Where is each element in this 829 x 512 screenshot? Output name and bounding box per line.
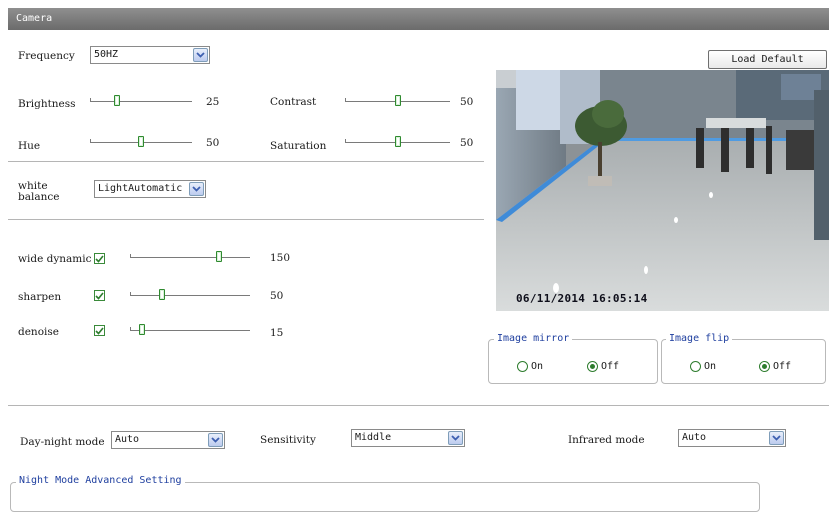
image-mirror-on-label[interactable]: On [531, 361, 543, 372]
divider [8, 161, 484, 162]
brightness-label: Brightness [18, 98, 76, 110]
sensitivity-value: Middle [355, 432, 392, 443]
contrast-value: 50 [460, 96, 474, 108]
checkmark-icon [95, 291, 104, 300]
wide-dynamic-checkbox[interactable] [94, 253, 105, 264]
frequency-value: 50HZ [94, 49, 119, 60]
radio-selected-dot [590, 364, 595, 369]
denoise-slider[interactable] [130, 324, 250, 336]
night-mode-group [10, 482, 760, 512]
frequency-select[interactable]: 50HZ [90, 46, 210, 64]
infrared-mode-value: Auto [682, 432, 707, 443]
sharpen-checkbox[interactable] [94, 290, 105, 301]
chevron-down-icon[interactable] [189, 182, 204, 196]
contrast-slider-thumb[interactable] [395, 95, 401, 106]
white-balance-select[interactable]: LightAutomatic [94, 180, 206, 198]
video-preview: 06/11/2014 16:05:14 [496, 70, 829, 311]
wide-dynamic-slider-thumb[interactable] [216, 251, 222, 262]
image-mirror-legend: Image mirror [494, 333, 573, 344]
white-balance-label: white balance [18, 180, 60, 203]
image-flip-on-label[interactable]: On [704, 361, 716, 372]
saturation-label: Saturation [270, 140, 327, 152]
chevron-down-icon[interactable] [769, 431, 784, 445]
day-night-mode-value: Auto [115, 434, 140, 445]
wide-dynamic-label: wide dynamic [18, 253, 92, 265]
brightness-slider-thumb[interactable] [114, 95, 120, 106]
chevron-down-icon[interactable] [208, 433, 223, 447]
divider [8, 405, 829, 406]
sharpen-slider[interactable] [130, 289, 250, 301]
window-title: Camera [16, 13, 53, 24]
wide-dynamic-value: 150 [270, 252, 291, 264]
chevron-down-icon[interactable] [448, 431, 463, 445]
image-mirror-off-label[interactable]: Off [601, 361, 619, 372]
divider [8, 219, 484, 220]
camera-image [496, 70, 829, 311]
contrast-label: Contrast [270, 96, 317, 108]
sharpen-value: 50 [270, 290, 284, 302]
image-flip-on-radio[interactable] [690, 361, 701, 372]
image-mirror-on-radio[interactable] [517, 361, 528, 372]
sharpen-label: sharpen [18, 291, 62, 303]
saturation-slider-thumb[interactable] [395, 136, 401, 147]
image-flip-off-radio[interactable] [759, 361, 770, 372]
hue-value: 50 [206, 137, 220, 149]
white-balance-value: LightAutomatic [98, 183, 183, 194]
wide-dynamic-slider[interactable] [130, 251, 250, 263]
day-night-mode-label: Day-night mode [20, 436, 105, 448]
sensitivity-select[interactable]: Middle [351, 429, 465, 447]
infrared-mode-select[interactable]: Auto [678, 429, 786, 447]
hue-slider-thumb[interactable] [138, 136, 144, 147]
sharpen-slider-thumb[interactable] [159, 289, 165, 300]
saturation-slider[interactable] [345, 136, 450, 148]
image-flip-off-label[interactable]: Off [773, 361, 791, 372]
hue-slider[interactable] [90, 136, 192, 148]
load-default-label: Load Default [731, 54, 804, 65]
checkmark-icon [95, 254, 104, 263]
brightness-slider[interactable] [90, 95, 192, 107]
image-mirror-off-radio[interactable] [587, 361, 598, 372]
denoise-slider-thumb[interactable] [139, 324, 145, 335]
night-mode-legend: Night Mode Advanced Setting [16, 475, 185, 486]
video-timestamp: 06/11/2014 16:05:14 [516, 292, 648, 305]
denoise-checkbox[interactable] [94, 325, 105, 336]
load-default-button[interactable]: Load Default [708, 50, 827, 69]
chevron-down-icon[interactable] [193, 48, 208, 62]
saturation-value: 50 [460, 137, 474, 149]
window-title-bar: Camera [8, 8, 829, 30]
frequency-label: Frequency [18, 50, 75, 62]
infrared-mode-label: Infrared mode [568, 434, 645, 446]
hue-label: Hue [18, 140, 41, 152]
brightness-value: 25 [206, 96, 220, 108]
checkmark-icon [95, 326, 104, 335]
day-night-mode-select[interactable]: Auto [111, 431, 225, 449]
image-flip-group [661, 339, 826, 384]
radio-selected-dot [762, 364, 767, 369]
denoise-value: 15 [270, 327, 284, 339]
sensitivity-label: Sensitivity [260, 434, 316, 446]
image-flip-legend: Image flip [666, 333, 733, 344]
contrast-slider[interactable] [345, 95, 450, 107]
image-mirror-group [488, 339, 658, 384]
denoise-label: denoise [18, 326, 59, 338]
